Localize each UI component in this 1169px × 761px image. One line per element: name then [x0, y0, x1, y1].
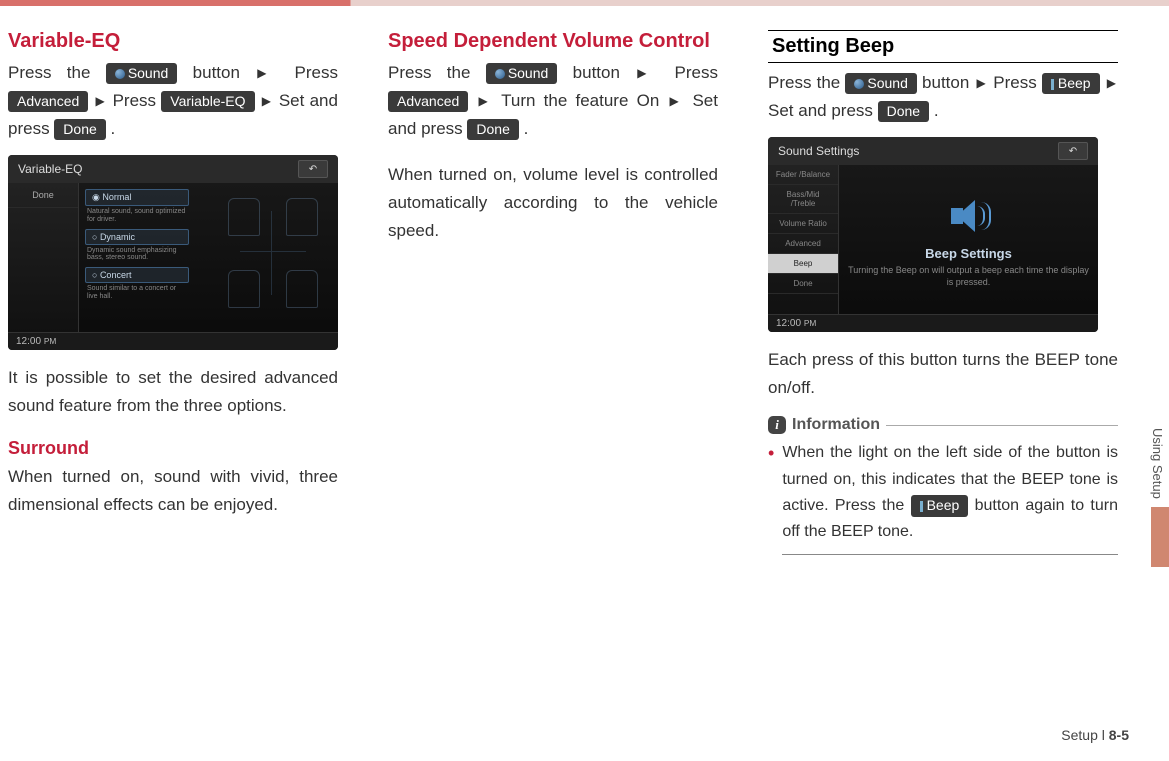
page-footer: Setup l 8-5 [1061, 727, 1129, 743]
page-content: Variable-EQ Press the Sound button ▶ Pre… [0, 6, 1169, 555]
screenshot-titlebar: Variable-EQ ↶ [8, 155, 338, 183]
divider [886, 425, 1118, 426]
screenshot-sidebar: Done [8, 183, 79, 333]
sidebar-item-done[interactable]: Done [768, 274, 838, 294]
arrow-icon: ▶ [257, 66, 277, 80]
done-sidebar-button[interactable]: Done [8, 183, 78, 208]
speaker-icon [945, 192, 993, 240]
column-variable-eq: Variable-EQ Press the Sound button ▶ Pre… [8, 30, 338, 555]
side-tab-label: Using Setup [1146, 420, 1169, 507]
beep-screenshot: Sound Settings ↶ Fader /Balance Bass/Mid… [768, 137, 1098, 332]
sdvc-description: When turned on, volume level is controll… [388, 161, 718, 245]
instruction-sdvc: Press the Sound button ▶ Press Advanced … [388, 59, 718, 143]
heading-surround: Surround [8, 438, 338, 459]
seat-diagram [218, 193, 328, 313]
heading-sdvc: Speed Dependent Volume Control [388, 30, 718, 53]
sound-icon [854, 79, 864, 89]
screenshot-main: Beep Settings Turning the Beep on will o… [839, 165, 1098, 315]
clock-display: 12:00 PM [768, 314, 1098, 332]
advanced-button[interactable]: Advanced [388, 91, 468, 113]
beep-button[interactable]: Beep [1042, 73, 1100, 95]
sidebar-item-advanced[interactable]: Advanced [768, 234, 838, 254]
sound-button[interactable]: Sound [486, 63, 557, 85]
column-beep: Setting Beep Press the Sound button ▶ Pr… [768, 30, 1118, 555]
sound-icon [495, 69, 505, 79]
clock-display: 12:00 PM [8, 332, 338, 350]
surround-description: When turned on, sound with vivid, three … [8, 463, 338, 519]
arrow-icon: ▶ [262, 94, 272, 108]
screenshot-main: ◉ Normal Natural sound, sound optimized … [79, 183, 338, 333]
beep-description: Each press of this button turns the BEEP… [768, 346, 1118, 402]
heading-setting-beep: Setting Beep [768, 30, 1118, 63]
instruction-variable-eq: Press the Sound button ▶ Press Advanced … [8, 59, 338, 143]
done-button[interactable]: Done [878, 101, 929, 123]
arrow-icon: ▶ [479, 94, 492, 108]
option-concert[interactable]: ○ Concert [85, 267, 189, 283]
variable-eq-screenshot: Variable-EQ ↶ Done ◉ Normal Natural soun… [8, 155, 338, 350]
indicator-icon [1051, 79, 1054, 90]
done-button[interactable]: Done [54, 119, 105, 141]
screenshot-sidebar: Fader /Balance Bass/Mid /Treble Volume R… [768, 165, 839, 315]
option-normal[interactable]: ◉ Normal [85, 189, 189, 206]
sound-icon [115, 69, 125, 79]
back-icon[interactable]: ↶ [1058, 142, 1088, 160]
variable-eq-description: It is possible to set the desired advanc… [8, 364, 338, 420]
indicator-icon [920, 501, 923, 512]
arrow-icon: ▶ [670, 94, 683, 108]
sidebar-item-fader[interactable]: Fader /Balance [768, 165, 838, 185]
arrow-icon: ▶ [637, 66, 657, 80]
arrow-icon: ▶ [96, 94, 106, 108]
heading-variable-eq: Variable-EQ [8, 30, 338, 53]
done-button[interactable]: Done [467, 119, 518, 141]
information-heading: i Information [768, 416, 1118, 434]
sidebar-item-beep[interactable]: Beep [768, 254, 838, 274]
info-icon: i [768, 416, 786, 434]
info-bullet: • When the light on the left side of the… [768, 440, 1118, 555]
side-tab-marker [1151, 507, 1169, 567]
option-dynamic[interactable]: ○ Dynamic [85, 229, 189, 245]
screenshot-titlebar: Sound Settings ↶ [768, 137, 1098, 165]
bullet-icon: • [768, 440, 774, 555]
beep-settings-desc: Turning the Beep on will output a beep e… [847, 265, 1090, 288]
advanced-button[interactable]: Advanced [8, 91, 88, 113]
variable-eq-button[interactable]: Variable-EQ [161, 91, 254, 113]
column-sdvc: Speed Dependent Volume Control Press the… [388, 30, 718, 555]
instruction-beep: Press the Sound button ▶ Press Beep ▶ Se… [768, 69, 1118, 125]
sidebar-item-bass[interactable]: Bass/Mid /Treble [768, 185, 838, 214]
beep-button[interactable]: Beep [911, 495, 969, 517]
arrow-icon: ▶ [976, 76, 986, 90]
back-icon[interactable]: ↶ [298, 160, 328, 178]
info-text: When the light on the left side of the b… [782, 440, 1118, 555]
sound-button[interactable]: Sound [106, 63, 177, 85]
side-tab: Using Setup [1146, 420, 1169, 567]
beep-settings-title: Beep Settings [925, 246, 1012, 261]
sound-button[interactable]: Sound [845, 73, 916, 95]
sidebar-item-volume[interactable]: Volume Ratio [768, 214, 838, 234]
arrow-icon: ▶ [1107, 76, 1116, 90]
